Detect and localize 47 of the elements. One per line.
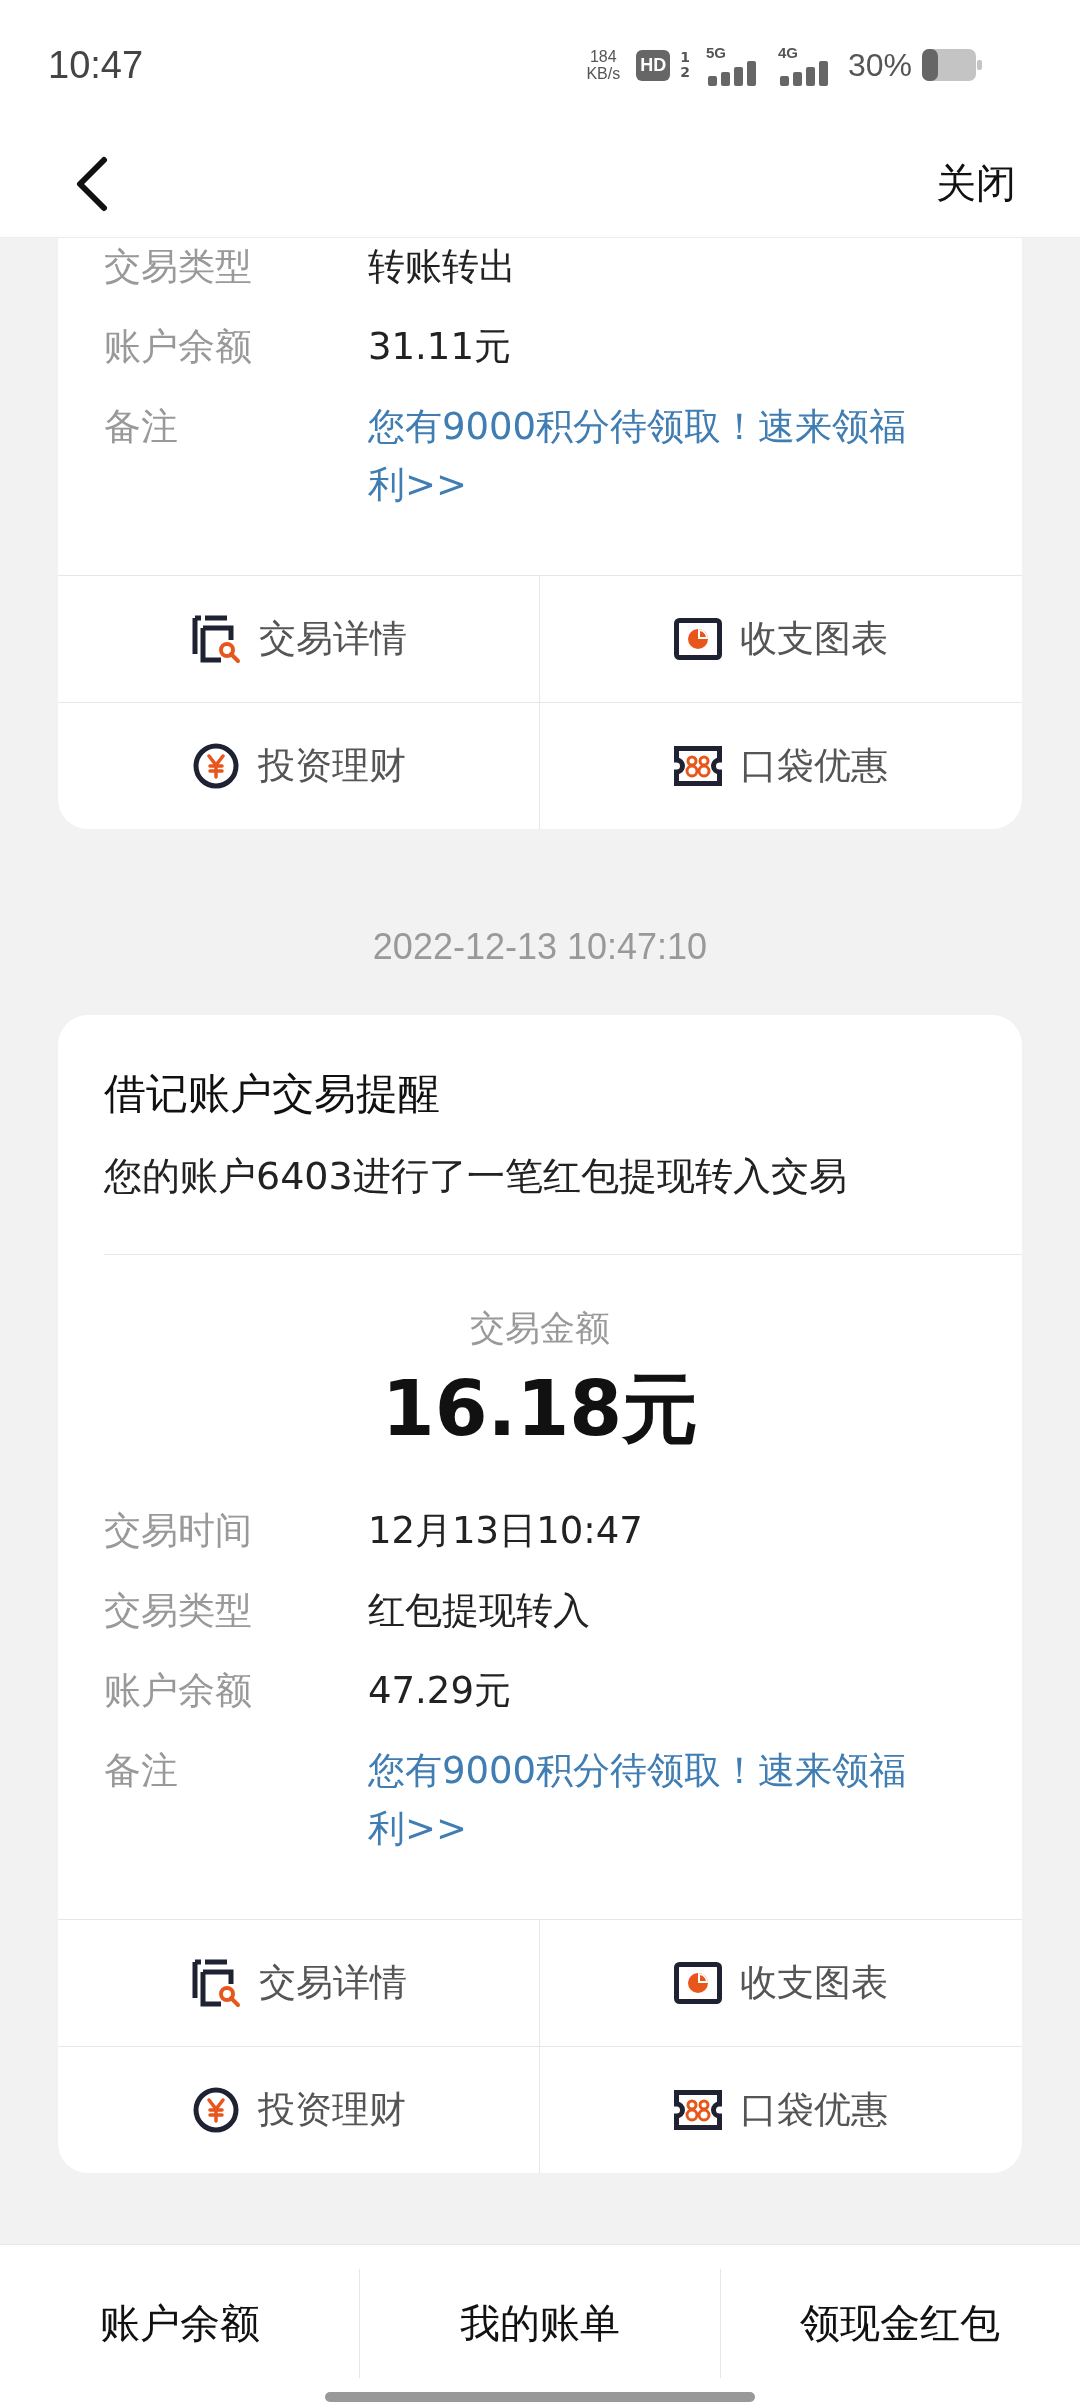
field-label: 账户余额 [104, 324, 253, 370]
message-timestamp: 2022-12-13 10:47:10 [372, 925, 708, 969]
battery-icon [922, 49, 982, 81]
action-button[interactable]: 投资理财 [58, 2047, 540, 2173]
signal-indicator: 5G [705, 44, 762, 86]
pie-chart-icon [674, 1962, 722, 2004]
field-value: 12月13日10:47 [368, 1508, 644, 1554]
coupon-icon [674, 746, 722, 786]
signal-indicator: 4G [777, 44, 834, 86]
yen-coin-icon [191, 2086, 240, 2134]
field-label: 交易类型 [104, 1588, 253, 1634]
card-title: 借记账户交易提醒 [104, 1068, 441, 1120]
promo-link[interactable]: 您有9000积分待领取！速来领福利>> [368, 398, 928, 514]
promo-link[interactable]: 您有9000积分待领取！速来领福利>> [368, 1742, 928, 1858]
status-time: 10:47 [48, 43, 144, 87]
field-value: 47.29元 [368, 1668, 512, 1714]
document-search-icon [190, 614, 241, 664]
network-speed: 184 KB/s [586, 48, 621, 82]
coupon-icon [674, 2090, 722, 2130]
action-button[interactable]: 口袋优惠 [540, 2047, 1022, 2173]
action-button[interactable]: 交易详情 [58, 576, 540, 703]
card-message: 您的账户6403进行了一笔红包提现转入交易 [104, 1153, 848, 1200]
close-button[interactable]: 关闭 [936, 156, 1016, 211]
bottom-tab[interactable]: 账户余额 [0, 2269, 360, 2378]
battery-percent: 30% [847, 46, 912, 84]
hd-badge: HD [636, 49, 671, 81]
bottom-tab[interactable]: 我的账单 [359, 2269, 720, 2378]
sim-slots: 1 2 [680, 50, 690, 80]
document-search-icon [190, 1958, 241, 2008]
amount-value: 16.18元 [380, 1363, 700, 1455]
field-label: 账户余额 [104, 1668, 253, 1714]
action-button[interactable]: 口袋优惠 [540, 703, 1022, 829]
field-value: 红包提现转入 [368, 1588, 591, 1634]
action-button[interactable]: 投资理财 [58, 703, 540, 829]
field-value: 31.11元 [368, 324, 512, 370]
field-label: 交易类型 [104, 244, 253, 290]
action-button[interactable]: 收支图表 [540, 1920, 1022, 2047]
action-button[interactable]: 收支图表 [540, 576, 1022, 703]
action-button[interactable]: 交易详情 [58, 1920, 540, 2047]
field-value: 转账转出 [368, 244, 517, 290]
field-label: 备注 [104, 1748, 179, 1794]
field-label: 交易时间 [104, 1508, 253, 1554]
field-label: 备注 [104, 404, 179, 450]
bottom-tab[interactable]: 领现金红包 [719, 2269, 1080, 2378]
pie-chart-icon [674, 618, 722, 660]
yen-coin-icon [191, 742, 240, 790]
amount-label: 交易金额 [469, 1307, 611, 1350]
